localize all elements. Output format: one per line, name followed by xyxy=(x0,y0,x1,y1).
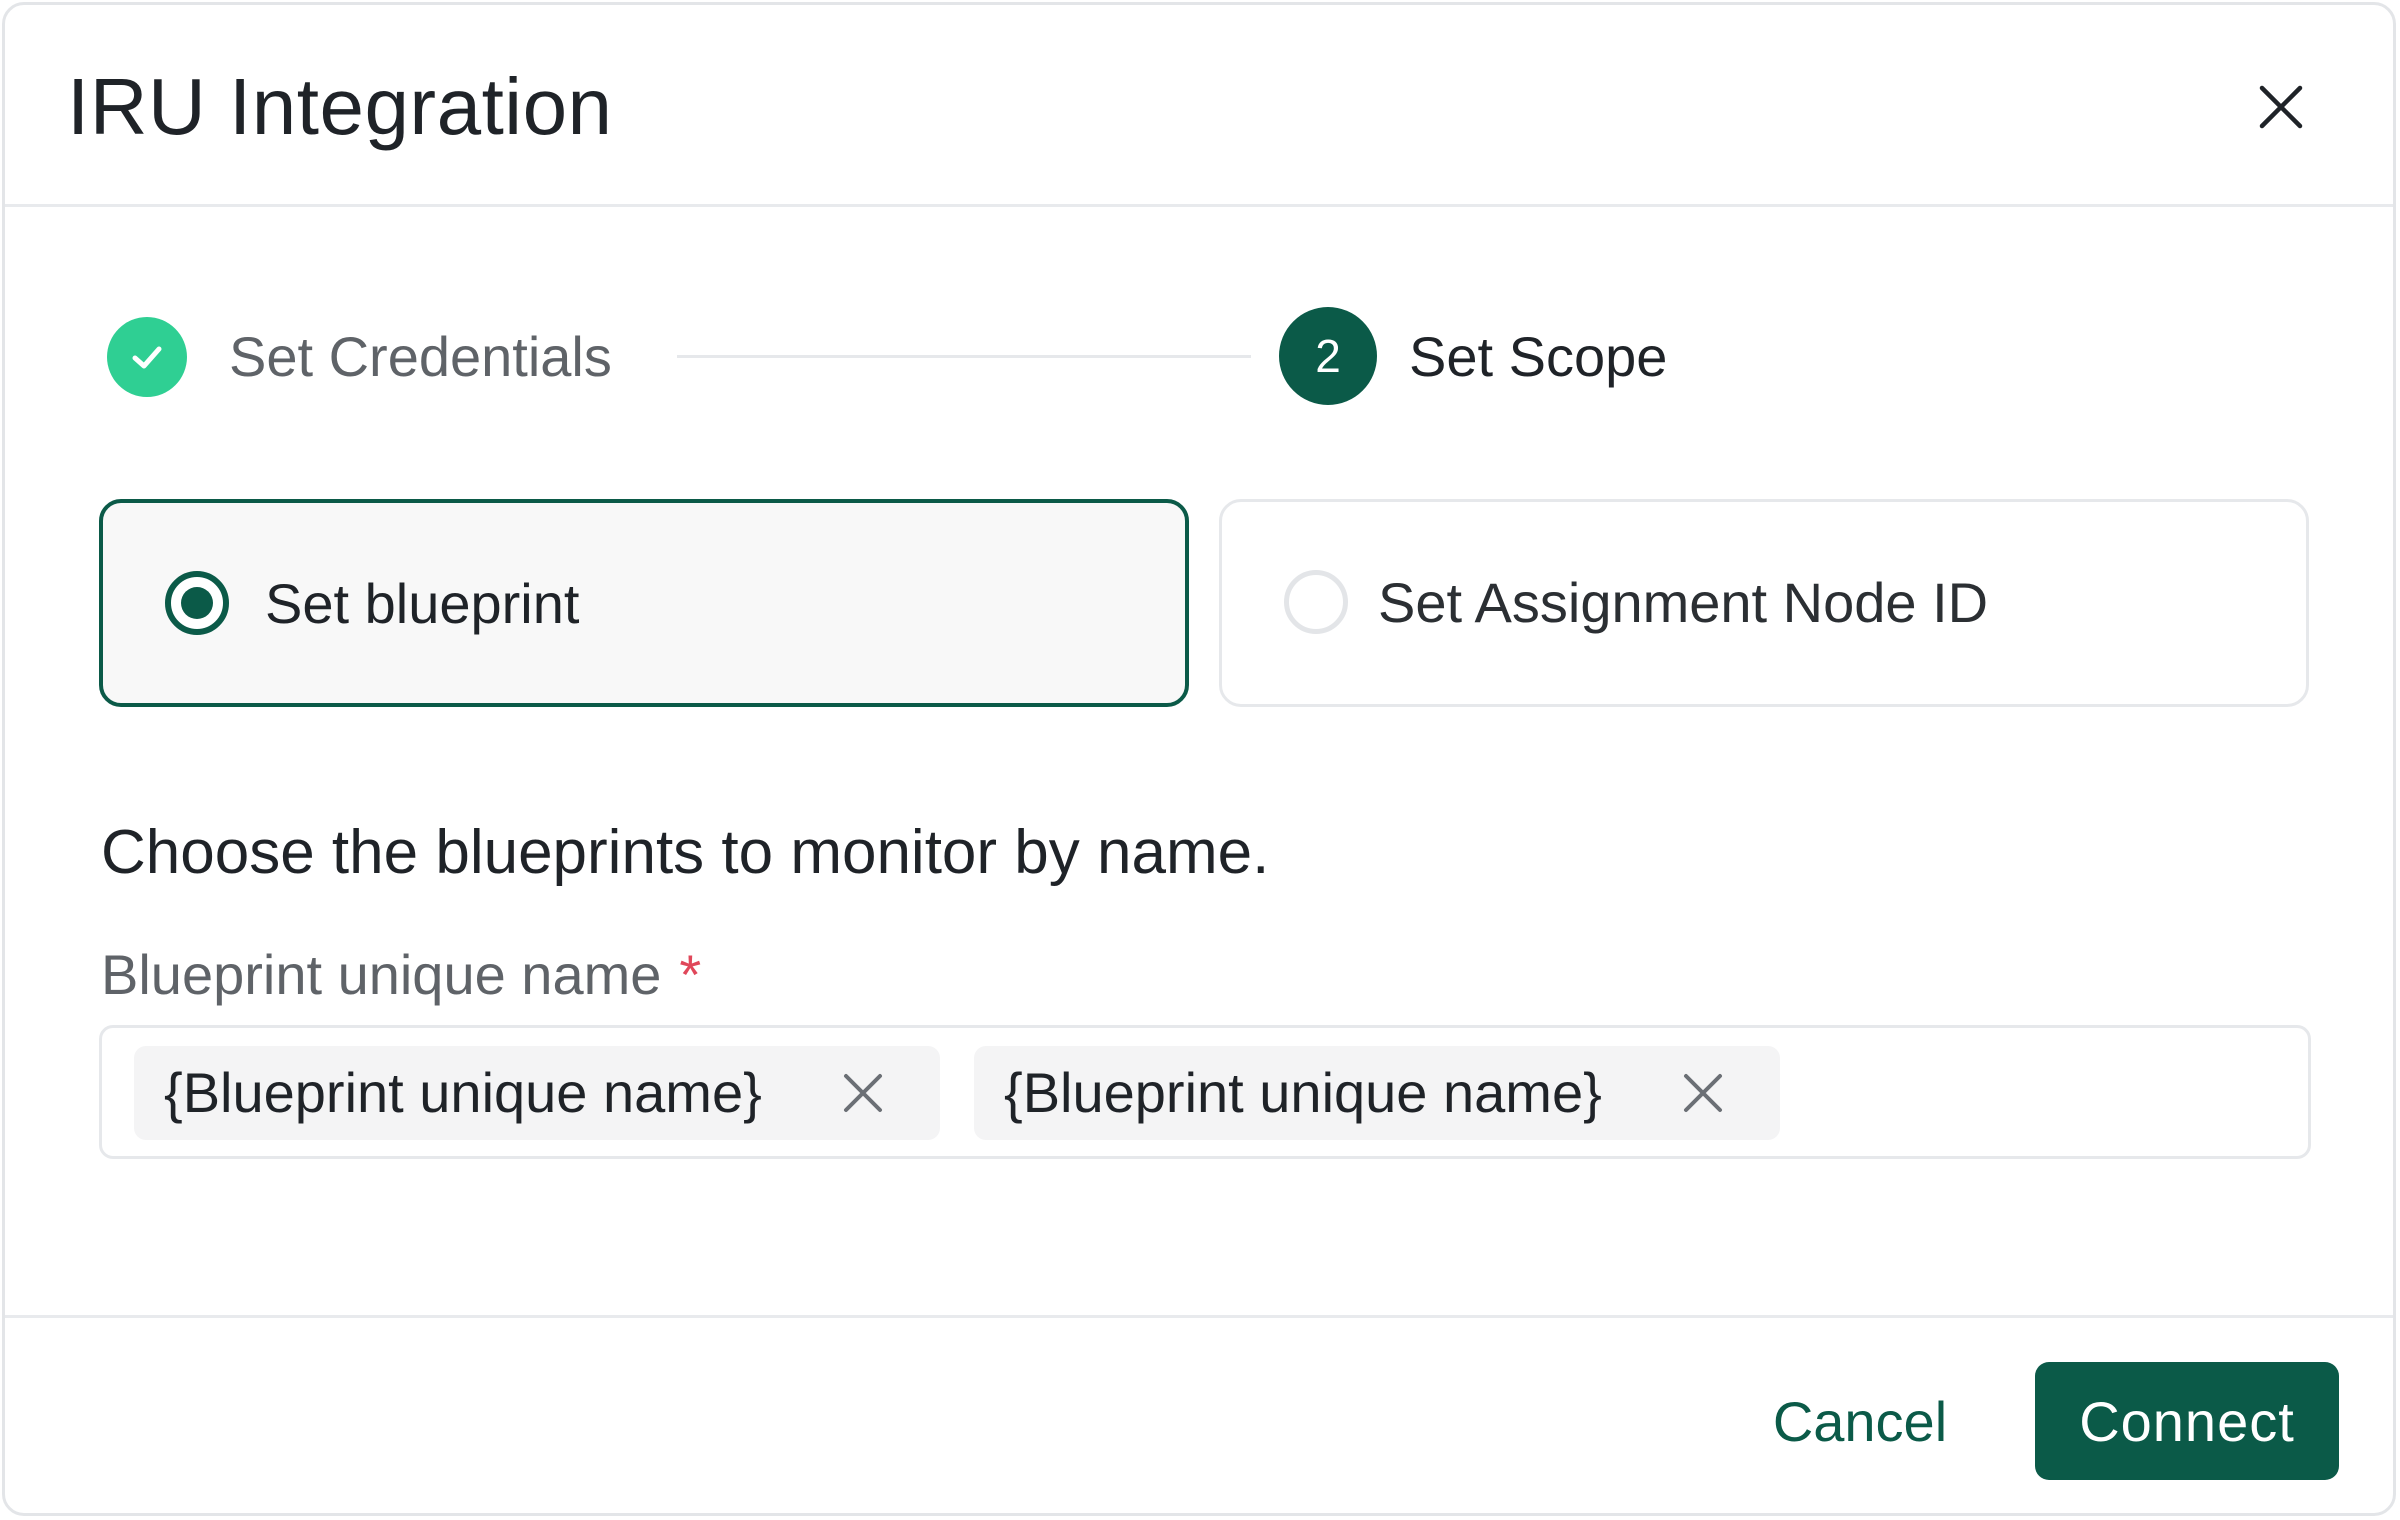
radio-selected[interactable] xyxy=(165,571,229,635)
cancel-button[interactable]: Cancel xyxy=(1745,1362,1975,1480)
tag-chip-label: {Blueprint unique name} xyxy=(1004,1061,1602,1124)
dialog-footer: Cancel Connect xyxy=(5,1315,2393,1513)
step-label-set-credentials[interactable]: Set Credentials xyxy=(229,323,612,391)
field-label-text: Blueprint unique name xyxy=(101,943,662,1006)
tag-remove-button[interactable] xyxy=(1674,1064,1732,1122)
radio-unselected[interactable] xyxy=(1284,570,1348,634)
tag-chip: {Blueprint unique name} xyxy=(134,1046,940,1140)
tag-chip-label: {Blueprint unique name} xyxy=(164,1061,762,1124)
step-label-set-scope: Set Scope xyxy=(1409,325,1668,388)
close-icon xyxy=(2259,85,2303,129)
step-number-badge: 2 xyxy=(1279,307,1377,405)
blueprint-name-tag-input[interactable]: {Blueprint unique name} {Blueprint uniqu… xyxy=(99,1025,2311,1159)
close-icon xyxy=(1684,1074,1722,1112)
tag-remove-button[interactable] xyxy=(834,1064,892,1122)
dialog-header: IRU Integration xyxy=(5,5,2393,207)
option-label-set-assignment-node-id: Set Assignment Node ID xyxy=(1378,571,1989,634)
field-label: Blueprint unique name * xyxy=(101,941,701,1009)
tag-chip: {Blueprint unique name} xyxy=(974,1046,1780,1140)
close-button[interactable] xyxy=(2245,71,2317,143)
close-icon xyxy=(844,1074,882,1112)
step-completed-indicator xyxy=(107,317,187,397)
option-label-set-blueprint: Set blueprint xyxy=(265,572,580,635)
check-icon xyxy=(132,346,162,369)
option-set-assignment-node-id[interactable]: Set Assignment Node ID xyxy=(1219,499,2309,707)
form-description: Choose the blueprints to monitor by name… xyxy=(101,818,1270,887)
option-set-blueprint[interactable]: Set blueprint xyxy=(99,499,1189,707)
step-connector xyxy=(677,355,1251,358)
iru-integration-dialog: IRU Integration Set Credentials 2 Set Sc… xyxy=(2,2,2396,1516)
stepper: Set Credentials 2 Set Scope xyxy=(5,285,2393,405)
dialog-title: IRU Integration xyxy=(67,62,613,151)
required-indicator: * xyxy=(679,943,702,1006)
connect-button[interactable]: Connect xyxy=(2035,1362,2339,1480)
